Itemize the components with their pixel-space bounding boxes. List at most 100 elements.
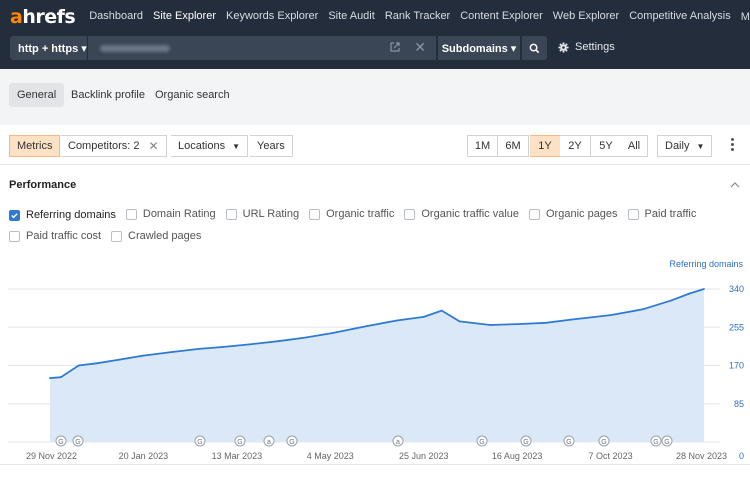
data-point[interactable] [49, 377, 51, 379]
metric-crawled-pages[interactable]: Crawled pages [111, 230, 201, 242]
tab-general[interactable]: General [9, 83, 65, 107]
nav-link-more[interactable]: More ▾ [741, 10, 750, 23]
data-point[interactable] [642, 308, 644, 311]
filter-toolbar: Metrics Competitors: 2 ✕ Locations ▼ Years… [0, 125, 750, 165]
data-point[interactable] [440, 309, 443, 312]
competitors-button[interactable]: Competitors: 2 ✕ [61, 135, 167, 157]
metric-organic-traffic-value[interactable]: Organic traffic value [404, 208, 519, 220]
url-input[interactable]: ✕ [88, 36, 436, 60]
data-point[interactable] [221, 346, 224, 348]
data-point[interactable] [142, 354, 145, 357]
annotation-marker[interactable]: G [563, 435, 575, 447]
annotation-marker[interactable]: G [598, 435, 610, 447]
checkbox-icon[interactable] [404, 208, 416, 220]
settings-button[interactable]: Settings [558, 41, 615, 53]
svg-text:a: a [396, 439, 400, 446]
search-button[interactable] [522, 36, 547, 60]
data-point[interactable] [248, 343, 251, 346]
data-point[interactable] [59, 376, 62, 379]
annotation-marker[interactable]: G [55, 435, 67, 447]
nav-link-web-explorer[interactable]: Web Explorer [553, 10, 619, 23]
metric-domain-rating[interactable]: Domain Rating [125, 208, 216, 220]
data-point[interactable] [115, 359, 118, 361]
annotation-marker[interactable]: G [286, 435, 298, 447]
ahrefs-logo[interactable]: ahrefs [10, 6, 76, 28]
svg-text:G: G [289, 439, 294, 446]
data-point[interactable] [171, 351, 174, 353]
checkbox-checked-icon[interactable] [9, 209, 20, 221]
external-link-icon[interactable] [389, 41, 401, 53]
data-point[interactable] [198, 347, 201, 350]
locations-dropdown[interactable]: Locations ▼ [171, 135, 249, 157]
gear-icon [558, 41, 569, 53]
checkbox-icon[interactable] [111, 230, 122, 242]
data-point[interactable] [516, 323, 519, 325]
annotation-marker[interactable]: G [661, 435, 673, 447]
remove-competitors-icon[interactable]: ✕ [149, 139, 159, 153]
annotation-marker[interactable]: G [650, 435, 662, 447]
chevron-up-icon[interactable] [730, 180, 740, 190]
data-point[interactable] [367, 325, 369, 327]
nav-link-keywords-explorer[interactable]: Keywords Explorer [226, 10, 318, 23]
checkbox-icon[interactable] [9, 230, 20, 242]
checkbox-icon[interactable] [309, 208, 321, 220]
tab-organic-search[interactable]: Organic search [147, 83, 238, 107]
more-options-icon[interactable] [731, 138, 735, 153]
metric-label: Organic traffic [326, 208, 395, 220]
checkbox-icon[interactable] [627, 208, 639, 220]
range-1y[interactable]: 1Y [530, 135, 561, 157]
metric-paid-traffic-cost[interactable]: Paid traffic cost [9, 230, 101, 242]
blurred-url-text [100, 44, 170, 52]
data-point[interactable] [458, 320, 461, 323]
interval-dropdown[interactable]: Daily ▼ [657, 135, 713, 157]
data-point[interactable] [277, 340, 280, 343]
metrics-button[interactable]: Metrics [9, 135, 61, 157]
range-5y[interactable]: 5Y [591, 135, 622, 157]
tab-backlink-profile[interactable]: Backlink profile [63, 83, 153, 107]
range-all[interactable]: All [621, 135, 648, 157]
data-point[interactable] [688, 292, 691, 295]
clear-icon[interactable]: ✕ [414, 39, 426, 56]
annotation-marker[interactable]: G [194, 435, 206, 447]
nav-link-content-explorer[interactable]: Content Explorer [460, 10, 543, 23]
data-point[interactable] [77, 364, 80, 367]
annotation-marker[interactable]: G [476, 435, 488, 447]
protocol-dropdown[interactable]: http + https ▾ [10, 36, 87, 60]
nav-link-site-audit[interactable]: Site Audit [328, 10, 374, 23]
nav-link-competitive-analysis[interactable]: Competitive Analysis [629, 10, 731, 23]
metric-organic-pages[interactable]: Organic pages [529, 208, 618, 220]
caret-down-icon: ▼ [696, 141, 705, 151]
annotation-marker[interactable]: G [520, 435, 532, 447]
x-tick-label: 16 Aug 2023 [492, 451, 543, 461]
annotation-marker[interactable]: G [234, 435, 246, 447]
data-point[interactable] [304, 336, 307, 339]
years-button[interactable]: Years [250, 135, 293, 157]
data-point[interactable] [489, 324, 492, 326]
annotation-marker[interactable]: a [392, 435, 404, 447]
nav-link-rank-tracker[interactable]: Rank Tracker [385, 10, 450, 23]
data-point[interactable] [395, 319, 398, 322]
data-point[interactable] [609, 314, 612, 316]
metric-organic-traffic[interactable]: Organic traffic [309, 208, 394, 220]
data-point[interactable] [95, 362, 98, 365]
data-point[interactable] [544, 321, 547, 324]
checkbox-icon[interactable] [125, 208, 137, 220]
data-point[interactable] [331, 332, 333, 334]
annotation-marker[interactable]: a [263, 435, 275, 447]
checkbox-icon[interactable] [225, 208, 237, 220]
range-1m[interactable]: 1M [467, 135, 498, 157]
data-point[interactable] [703, 288, 705, 290]
nav-link-dashboard[interactable]: Dashboard [89, 10, 143, 23]
annotation-marker[interactable]: G [72, 435, 84, 447]
metric-url-rating[interactable]: URL Rating [225, 208, 299, 220]
data-point[interactable] [422, 316, 425, 318]
data-point[interactable] [570, 318, 572, 321]
range-2y[interactable]: 2Y [560, 135, 591, 157]
nav-link-site-explorer[interactable]: Site Explorer [153, 10, 216, 23]
mode-dropdown[interactable]: Subdomains ▾ [438, 36, 520, 60]
data-point[interactable] [670, 299, 673, 302]
metric-paid-traffic[interactable]: Paid traffic [627, 208, 696, 220]
metric-referring-domains[interactable]: Referring domains [9, 209, 116, 221]
checkbox-icon[interactable] [529, 208, 540, 220]
range-6m[interactable]: 6M [498, 135, 529, 157]
